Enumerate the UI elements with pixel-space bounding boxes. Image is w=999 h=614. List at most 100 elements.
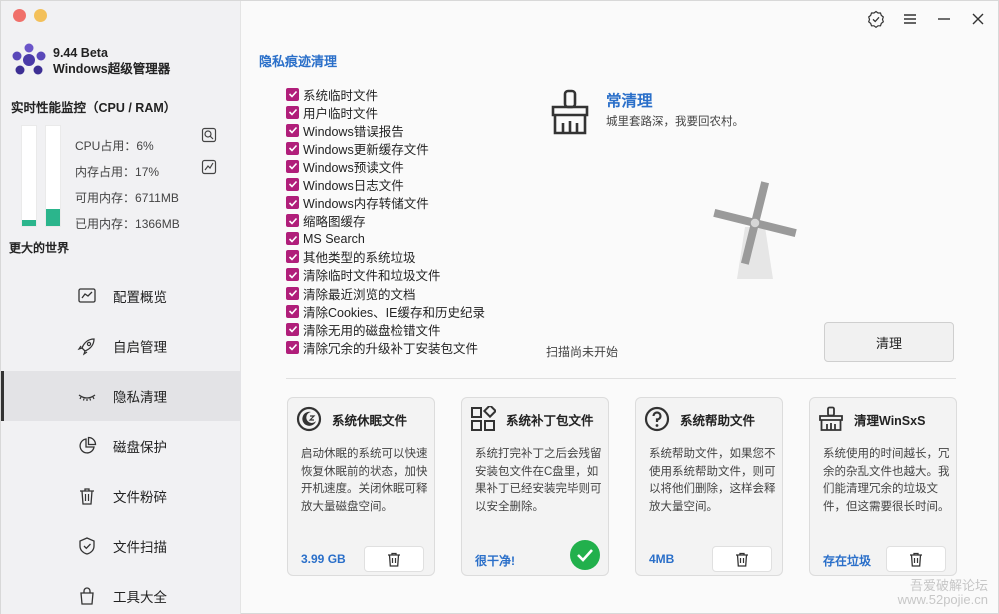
checkbox-checked[interactable] xyxy=(286,87,299,101)
sidebar-item-tools[interactable]: 工具大全 xyxy=(1,571,241,614)
sidebar-item-privacy[interactable]: 隐私清理 xyxy=(1,371,241,421)
cpu-stat: CPU占用：6% xyxy=(75,133,180,159)
card-value: 3.99 GB xyxy=(301,552,346,566)
checklist-item[interactable]: Windows预读文件 xyxy=(286,157,485,175)
sidebar-item-overview[interactable]: 配置概览 xyxy=(1,271,241,321)
card-patch: 系统补丁包文件 系统打完补丁之后会残留安装包文件在C盘里，如果补丁已经安装完毕则… xyxy=(461,397,609,576)
checklist-item[interactable]: Windows内存转储文件 xyxy=(286,194,485,212)
checkbox-checked[interactable] xyxy=(286,123,299,137)
cleanup-cards: 系统休眠文件 启动休眠的系统可以快速恢复休眠前的状态，加快开机速度。关闭休眠可释… xyxy=(287,397,957,576)
checkbox-checked[interactable] xyxy=(286,105,299,119)
bag-icon xyxy=(80,587,94,605)
trash-icon xyxy=(80,488,94,505)
card-hibernate: 系统休眠文件 启动休眠的系统可以快速恢复休眠前的状态，加快开机速度。关闭休眠可释… xyxy=(287,397,435,576)
hero-subtitle: 城里套路深，我要回农村。 xyxy=(606,116,744,128)
sidebar: 9.44 Beta Windows超级管理器 实时性能监控（CPU / RAM）… xyxy=(1,1,241,614)
checklist-label: 清除无用的磁盘检错文件 xyxy=(303,323,441,338)
checklist-label: MS Search xyxy=(303,231,365,246)
mem-bar-fill xyxy=(46,209,60,226)
card-value: 4MB xyxy=(649,552,675,566)
checklist-item[interactable]: 清除最近浏览的文档 xyxy=(286,284,485,302)
verified-badge-icon[interactable] xyxy=(866,10,886,28)
close-icon[interactable] xyxy=(968,10,988,28)
card-title: 系统补丁包文件 xyxy=(506,413,594,428)
watermark-line1: 吾爱破解论坛 xyxy=(909,578,988,593)
close-dot[interactable] xyxy=(13,9,26,22)
used-value: 1366MB xyxy=(135,217,180,231)
help-icon xyxy=(644,406,670,432)
minimize-icon[interactable] xyxy=(934,10,954,28)
mem-detail-icon[interactable] xyxy=(201,159,217,175)
broom-icon xyxy=(551,89,589,135)
minimize-dot[interactable] xyxy=(34,9,47,22)
checklist-item[interactable]: Windows更新缓存文件 xyxy=(286,139,485,157)
card-description: 系统使用的时间越长，冗余的杂乱文件也越大。我们能清理冗余的垃圾文件，但这需要很长… xyxy=(823,448,950,513)
checkbox-checked[interactable] xyxy=(286,286,299,300)
app-version: 9.44 Beta xyxy=(53,46,108,60)
privacy-checklist: 系统临时文件用户临时文件 Windows错误报告 Windows更新缓存文件 Wind… xyxy=(286,85,485,356)
checkbox-checked[interactable] xyxy=(286,322,299,336)
sidebar-item-scan[interactable]: 文件扫描 xyxy=(1,521,241,571)
checklist-label: 清除临时文件和垃圾文件 xyxy=(303,269,441,284)
usage-bars xyxy=(21,125,61,227)
eye-closed-icon xyxy=(78,394,96,401)
checklist-label: 清除Cookies、IE缓存和历史纪录 xyxy=(303,305,485,320)
window-controls-mac xyxy=(13,9,47,22)
checkbox-checked[interactable] xyxy=(286,232,299,246)
checkbox-checked[interactable] xyxy=(286,177,299,191)
mem-bar xyxy=(45,125,61,227)
sidebar-item-label: 配置概览 xyxy=(113,290,167,305)
checklist-item[interactable]: 缩略图缓存 xyxy=(286,212,485,230)
card-title: 清理WinSxS xyxy=(854,413,926,428)
checklist-label: 缩略图缓存 xyxy=(303,215,366,230)
checklist-item[interactable]: 系统临时文件 xyxy=(286,85,485,103)
chart-icon xyxy=(78,288,96,303)
used-label: 已用内存： xyxy=(75,217,136,231)
checklist-label: Windows更新缓存文件 xyxy=(303,142,429,157)
checklist-item[interactable]: Windows日志文件 xyxy=(286,175,485,193)
checklist-item[interactable]: 清除临时文件和垃圾文件 xyxy=(286,266,485,284)
checklist-item[interactable]: 清除无用的磁盘检错文件 xyxy=(286,320,485,338)
checklist-item[interactable]: 清除Cookies、IE缓存和历史纪录 xyxy=(286,302,485,320)
checkbox-checked[interactable] xyxy=(286,214,299,228)
mem-stat: 内存占用：17% xyxy=(75,159,180,185)
clean-button[interactable]: 清理 xyxy=(824,322,954,362)
broom-icon xyxy=(819,406,843,431)
sidebar-item-disk[interactable]: 磁盘保护 xyxy=(1,421,241,471)
sidebar-nav: 配置概览 自启管理 隐私清理 磁盘保护 文件粉碎 文件扫描 工具大全 xyxy=(1,271,241,614)
moon-icon xyxy=(296,406,322,432)
checkbox-checked[interactable] xyxy=(286,268,299,282)
checklist-label: Windows预读文件 xyxy=(303,160,404,175)
sidebar-item-label: 隐私清理 xyxy=(113,390,167,405)
slogan: 更大的世界 xyxy=(9,241,70,255)
checkbox-checked[interactable] xyxy=(286,250,299,264)
checklist-label: 其他类型的系统垃圾 xyxy=(303,251,416,266)
menu-icon[interactable] xyxy=(900,10,920,28)
cpu-bar-fill xyxy=(22,220,36,226)
checkbox-checked[interactable] xyxy=(286,340,299,354)
sidebar-item-shred[interactable]: 文件粉碎 xyxy=(1,471,241,521)
windmill-illustration xyxy=(713,181,797,279)
checklist-item[interactable]: Windows错误报告 xyxy=(286,121,485,139)
checkbox-checked[interactable] xyxy=(286,304,299,318)
checkbox-checked[interactable] xyxy=(286,159,299,173)
section-title: 隐私痕迹清理 xyxy=(259,54,338,69)
checklist-label: 用户临时文件 xyxy=(303,106,379,121)
card-description: 系统打完补丁之后会残留安装包文件在C盘里，如果补丁已经安装完毕则可以安全删除。 xyxy=(475,448,602,513)
checkbox-checked[interactable] xyxy=(286,196,299,210)
checklist-item[interactable]: MS Search xyxy=(286,230,485,248)
delete-button[interactable] xyxy=(364,546,424,572)
checklist-item[interactable]: 用户临时文件 xyxy=(286,103,485,121)
sidebar-item-startup[interactable]: 自启管理 xyxy=(1,321,241,371)
sidebar-item-label: 磁盘保护 xyxy=(113,440,167,455)
sidebar-item-label: 文件扫描 xyxy=(113,540,167,555)
cpu-detail-icon[interactable] xyxy=(201,127,217,143)
delete-button[interactable] xyxy=(886,546,946,572)
mem-value: 17% xyxy=(135,165,160,179)
checklist-item[interactable]: 其他类型的系统垃圾 xyxy=(286,248,485,266)
checkbox-checked[interactable] xyxy=(286,141,299,155)
trash-icon xyxy=(388,552,400,567)
avail-value: 6711MB xyxy=(135,191,179,205)
checklist-item[interactable]: 清除冗余的升级补丁安装包文件 xyxy=(286,338,485,356)
delete-button[interactable] xyxy=(712,546,772,572)
